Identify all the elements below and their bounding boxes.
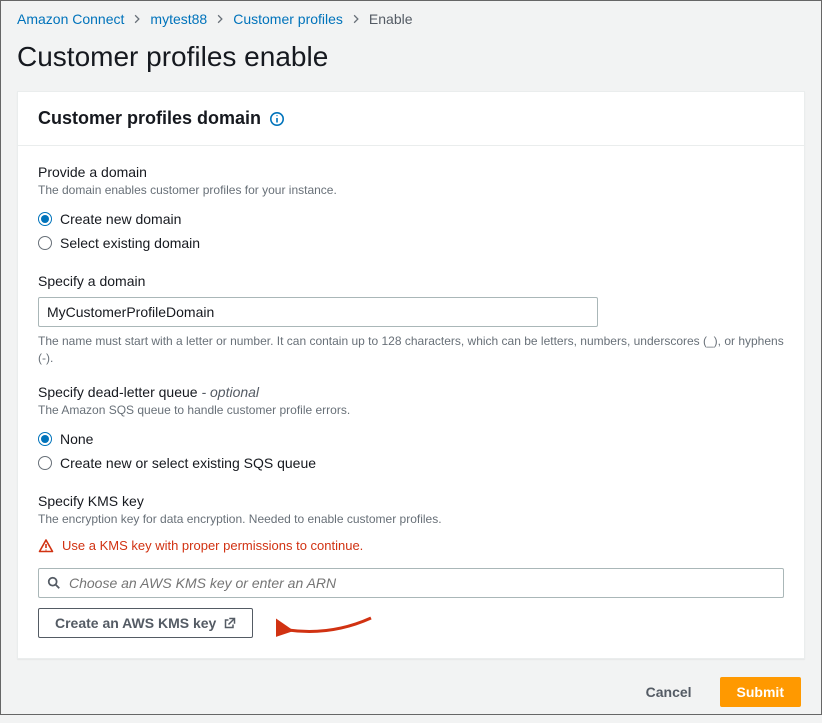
search-icon: [47, 576, 61, 590]
breadcrumb-current: Enable: [369, 11, 413, 27]
radio-icon: [38, 432, 52, 446]
warning-icon: [38, 538, 54, 554]
radio-icon: [38, 456, 52, 470]
radio-label: Select existing domain: [60, 235, 200, 251]
kms-label: Specify KMS key: [38, 493, 784, 509]
radio-label: Create new domain: [60, 211, 181, 227]
kms-warning-text: Use a KMS key with proper permissions to…: [62, 538, 363, 553]
breadcrumb-link-profiles[interactable]: Customer profiles: [233, 11, 343, 27]
external-link-icon: [224, 617, 236, 629]
info-icon[interactable]: [269, 111, 285, 127]
chevron-right-icon: [351, 11, 361, 27]
radio-select-existing-domain[interactable]: Select existing domain: [38, 231, 784, 255]
create-kms-key-button[interactable]: Create an AWS KMS key: [38, 608, 253, 638]
cancel-button[interactable]: Cancel: [630, 678, 708, 706]
provide-domain-label: Provide a domain: [38, 164, 784, 180]
radio-icon: [38, 236, 52, 250]
provide-domain-help: The domain enables customer profiles for…: [38, 182, 784, 199]
radio-label: None: [60, 431, 93, 447]
kms-warning: Use a KMS key with proper permissions to…: [38, 538, 784, 554]
kms-help: The encryption key for data encryption. …: [38, 511, 784, 528]
radio-label: Create new or select existing SQS queue: [60, 455, 316, 471]
kms-key-input[interactable]: [69, 575, 775, 591]
breadcrumb: Amazon Connect mytest88 Customer profile…: [17, 9, 805, 37]
chevron-right-icon: [132, 11, 142, 27]
kms-key-search[interactable]: [38, 568, 784, 598]
form-footer: Cancel Submit: [17, 659, 805, 707]
customer-profiles-domain-panel: Customer profiles domain Provide a domai…: [17, 91, 805, 659]
annotation-arrow: [276, 606, 376, 646]
radio-dlq-create[interactable]: Create new or select existing SQS queue: [38, 451, 784, 475]
submit-button[interactable]: Submit: [720, 677, 801, 707]
breadcrumb-link-instance[interactable]: mytest88: [150, 11, 207, 27]
radio-dlq-none[interactable]: None: [38, 427, 784, 451]
page-title: Customer profiles enable: [17, 41, 805, 73]
breadcrumb-link-amazon-connect[interactable]: Amazon Connect: [17, 11, 124, 27]
domain-name-input[interactable]: [38, 297, 598, 327]
button-label: Create an AWS KMS key: [55, 615, 216, 631]
radio-create-new-domain[interactable]: Create new domain: [38, 207, 784, 231]
domain-name-help: The name must start with a letter or num…: [38, 333, 784, 367]
specify-domain-label: Specify a domain: [38, 273, 784, 289]
dlq-help: The Amazon SQS queue to handle customer …: [38, 402, 784, 419]
panel-title: Customer profiles domain: [38, 108, 261, 129]
dlq-label: Specify dead-letter queue - optional: [38, 384, 784, 400]
radio-icon: [38, 212, 52, 226]
chevron-right-icon: [215, 11, 225, 27]
